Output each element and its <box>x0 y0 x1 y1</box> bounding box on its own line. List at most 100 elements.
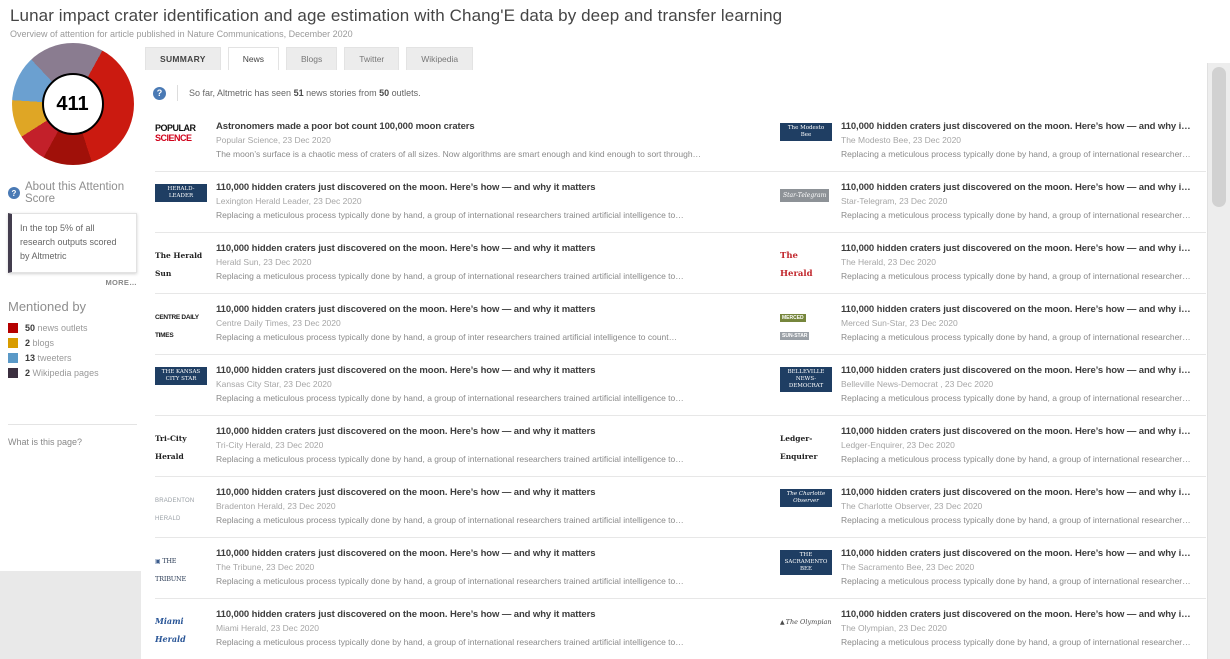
outlet-logo-text: BELLEVILLE NEWS-DEMOCRAT <box>780 367 832 392</box>
scrollbar[interactable] <box>1207 63 1230 659</box>
herald-sun-logo[interactable]: The Herald Sun <box>155 243 207 281</box>
news-headline-link[interactable]: 110,000 hidden craters just discovered o… <box>216 548 766 559</box>
sacramento-bee-logo[interactable]: THE SACRAMENTO BEE <box>780 548 832 586</box>
news-body: 110,000 hidden craters just discovered o… <box>216 609 766 647</box>
news-item: HERALD-LEADER 110,000 hidden craters jus… <box>155 172 780 233</box>
about-attention-score: ? About this Attention Score <box>8 181 137 205</box>
news-excerpt: Replacing a meticulous process typically… <box>841 576 1192 586</box>
news-excerpt: Replacing a meticulous process typically… <box>216 332 766 342</box>
news-body: 110,000 hidden craters just discovered o… <box>841 548 1192 586</box>
news-headline-link[interactable]: 110,000 hidden craters just discovered o… <box>841 609 1192 620</box>
legend-item-wikipedia[interactable]: 2 Wikipedia pages <box>8 368 137 378</box>
herald-leader-logo[interactable]: HERALD-LEADER <box>155 182 207 220</box>
score-percentile-callout: In the top 5% of all research outputs sc… <box>8 213 137 273</box>
news-body: 110,000 hidden craters just discovered o… <box>841 365 1192 403</box>
wikipedia-label: Wikipedia pages <box>33 368 99 378</box>
news-label: news outlets <box>38 323 88 333</box>
charlotte-observer-logo[interactable]: The Charlotte Observer <box>780 487 832 525</box>
news-source-date: The Olympian, 23 Dec 2020 <box>841 623 1192 633</box>
legend-item-blogs[interactable]: 2 blogs <box>8 338 137 348</box>
news-body: 110,000 hidden craters just discovered o… <box>216 487 766 525</box>
the-herald-logo[interactable]: The Herald <box>780 243 832 281</box>
tri-city-herald-logo[interactable]: Tri-City Herald <box>155 426 207 464</box>
belleville-news-democrat-logo[interactable]: BELLEVILLE NEWS-DEMOCRAT <box>780 365 832 403</box>
altmetric-details-page: Lunar impact crater identification and a… <box>0 0 1230 659</box>
news-source-date: Merced Sun-Star, 23 Dec 2020 <box>841 318 1192 328</box>
news-excerpt: Replacing a meticulous process typically… <box>841 454 1192 464</box>
tab-news[interactable]: News <box>228 47 279 70</box>
news-headline-link[interactable]: 110,000 hidden craters just discovered o… <box>841 487 1192 498</box>
news-headline-link[interactable]: 110,000 hidden craters just discovered o… <box>216 243 766 254</box>
more-link[interactable]: MORE… <box>8 278 137 287</box>
kansas-city-star-logo[interactable]: THE KANSAS CITY STAR <box>155 365 207 403</box>
outlet-logo-text: MERCED <box>780 314 806 322</box>
news-headline-link[interactable]: 110,000 hidden craters just discovered o… <box>216 304 766 315</box>
outlet-logo-text: THE KANSAS CITY STAR <box>155 367 207 385</box>
tab-twitter[interactable]: Twitter <box>344 47 399 70</box>
news-headline-link[interactable]: 110,000 hidden craters just discovered o… <box>841 243 1192 254</box>
news-headline-link[interactable]: 110,000 hidden craters just discovered o… <box>216 487 766 498</box>
ledger-enquirer-logo[interactable]: Ledger-Enquirer <box>780 426 832 464</box>
legend-item-news[interactable]: 50 news outlets <box>8 323 137 333</box>
help-icon[interactable]: ? <box>153 87 166 100</box>
tweeters-count: 13 <box>25 353 35 363</box>
news-headline-link[interactable]: 110,000 hidden craters just discovered o… <box>841 304 1192 315</box>
news-headline-link[interactable]: 110,000 hidden craters just discovered o… <box>841 426 1192 437</box>
popular-science-logo[interactable]: POPULAR SCIENCE <box>155 121 207 159</box>
tab-blogs[interactable]: Blogs <box>286 47 337 70</box>
outlet-logo-text: HERALD-LEADER <box>155 184 207 202</box>
news-headline-link[interactable]: Astronomers made a poor bot count 100,00… <box>216 121 766 132</box>
news-source-date: Star-Telegram, 23 Dec 2020 <box>841 196 1192 206</box>
news-body: 110,000 hidden craters just discovered o… <box>841 243 1192 281</box>
news-body: 110,000 hidden craters just discovered o… <box>841 426 1192 464</box>
legend-item-tweeters[interactable]: 13 tweeters <box>8 353 137 363</box>
olympian-logo[interactable]: The Olympian <box>780 609 832 647</box>
news-source-date: Tri-City Herald, 23 Dec 2020 <box>216 440 766 450</box>
news-headline-link[interactable]: 110,000 hidden craters just discovered o… <box>216 182 766 193</box>
news-source-date: Centre Daily Times, 23 Dec 2020 <box>216 318 766 328</box>
outlet-logo-text2: SUN-STAR <box>780 332 809 340</box>
outlet-logo-text: BRADENTON HERALD <box>155 498 194 522</box>
modesto-bee-logo[interactable]: The Modesto Bee <box>780 121 832 159</box>
sidebar: 411 ? About this Attention Score In the … <box>0 39 145 447</box>
news-headline-link[interactable]: 110,000 hidden craters just discovered o… <box>841 182 1192 193</box>
news-headline-link[interactable]: 110,000 hidden craters just discovered o… <box>841 548 1192 559</box>
tab-summary[interactable]: SUMMARY <box>145 47 221 70</box>
help-icon[interactable]: ? <box>8 187 20 199</box>
tab-wikipedia[interactable]: Wikipedia <box>406 47 473 70</box>
miami-herald-logo[interactable]: Miami Herald <box>155 609 207 647</box>
news-body: 110,000 hidden craters just discovered o… <box>216 243 766 281</box>
the-tribune-logo[interactable]: THE TRIBUNE <box>155 548 207 586</box>
news-excerpt: Replacing a meticulous process typically… <box>216 454 766 464</box>
outlet-logo-text: THE TRIBUNE <box>155 557 186 583</box>
news-item: THE TRIBUNE 110,000 hidden craters just … <box>155 538 780 599</box>
outlets-count: 50 <box>379 88 389 98</box>
what-is-this-page-link[interactable]: What is this page? <box>8 437 137 447</box>
merced-sun-star-logo[interactable]: MERCED SUN-STAR <box>780 304 832 342</box>
news-body: 110,000 hidden craters just discovered o… <box>841 182 1192 220</box>
bradenton-herald-logo[interactable]: BRADENTON HERALD <box>155 487 207 525</box>
news-headline-link[interactable]: 110,000 hidden craters just discovered o… <box>216 426 766 437</box>
news-headline-link[interactable]: 110,000 hidden craters just discovered o… <box>216 609 766 620</box>
news-headline-link[interactable]: 110,000 hidden craters just discovered o… <box>841 121 1192 132</box>
outlet-logo-text: The Charlotte Observer <box>780 489 832 507</box>
star-telegram-logo[interactable]: Star-Telegram <box>780 182 832 220</box>
news-excerpt: Replacing a meticulous process typically… <box>841 637 1192 647</box>
news-item: Miami Herald 110,000 hidden craters just… <box>155 599 780 659</box>
news-body: 110,000 hidden craters just discovered o… <box>216 365 766 403</box>
news-source-date: Ledger-Enquirer, 23 Dec 2020 <box>841 440 1192 450</box>
page-subtitle: Overview of attention for article publis… <box>10 29 1230 39</box>
page-background <box>0 571 141 659</box>
divider <box>177 85 178 101</box>
blogs-swatch-icon <box>8 338 18 348</box>
news-item: Tri-City Herald 110,000 hidden craters j… <box>155 416 780 477</box>
news-source-date: Herald Sun, 23 Dec 2020 <box>216 257 766 267</box>
news-body: 110,000 hidden craters just discovered o… <box>216 304 766 342</box>
outlet-logo-text: CENTRE DAILY TIMES <box>155 314 199 339</box>
news-headline-link[interactable]: 110,000 hidden craters just discovered o… <box>216 365 766 376</box>
scrollbar-thumb[interactable] <box>1212 67 1226 207</box>
news-headline-link[interactable]: 110,000 hidden craters just discovered o… <box>841 365 1192 376</box>
stories-count: 51 <box>294 88 304 98</box>
about-heading: About this Attention Score <box>25 181 137 205</box>
centre-daily-times-logo[interactable]: CENTRE DAILY TIMES <box>155 304 207 342</box>
